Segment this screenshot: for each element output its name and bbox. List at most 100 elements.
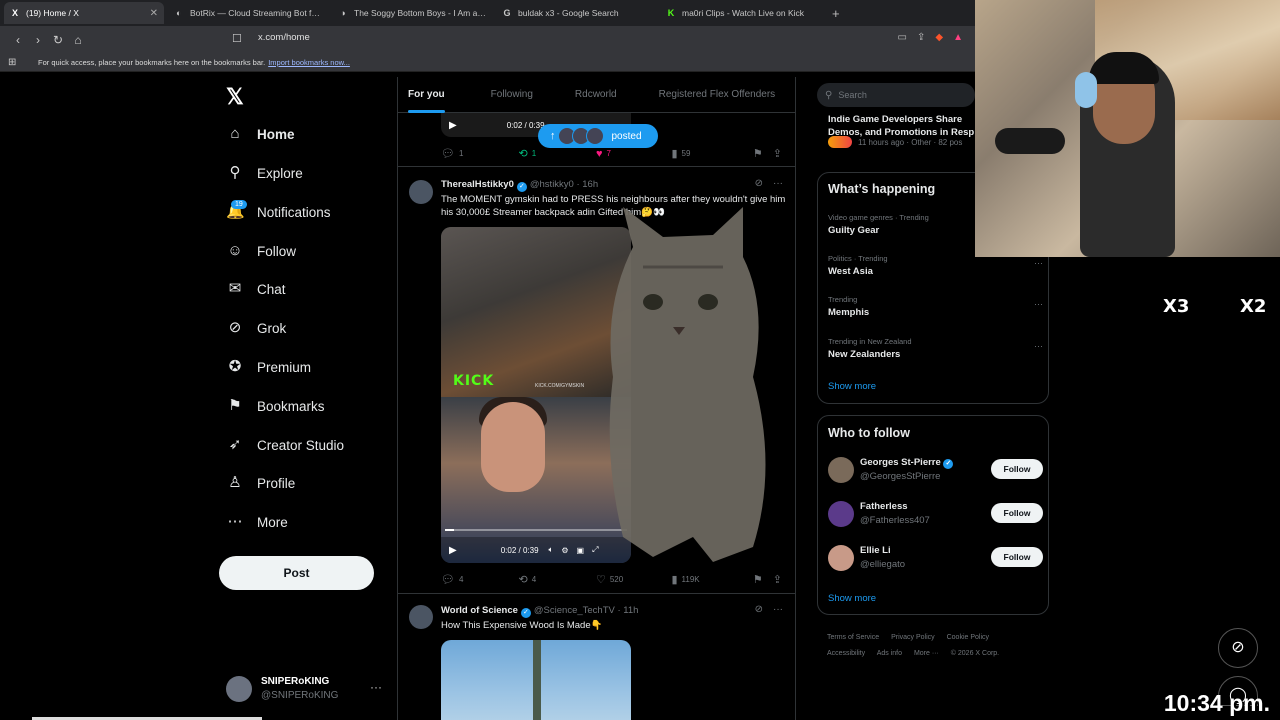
follow-button[interactable]: Follow: [991, 459, 1043, 479]
reload-icon[interactable]: ↻: [48, 33, 68, 47]
reply-button[interactable]: 💬︎ 1: [441, 147, 518, 160]
grok-icon[interactable]: ⊘: [755, 178, 763, 189]
url-field[interactable]: x.com/home: [258, 32, 310, 43]
more-dots-icon[interactable]: ···: [1034, 258, 1043, 268]
timeline[interactable]: For you Following Rdcworld Registered Fl…: [397, 77, 796, 720]
browser-tab-kick[interactable]: K ma0ri Clips - Watch Live on Kick: [660, 2, 820, 24]
play-icon[interactable]: ▶: [449, 120, 457, 131]
more-dots-icon[interactable]: ···: [370, 680, 382, 694]
browser-tab-soggy-bottom[interactable]: ◑ The Soggy Bottom Boys - I Am a Ma: [332, 2, 492, 24]
back-icon[interactable]: ‹: [8, 33, 28, 47]
post-button[interactable]: Post: [219, 556, 374, 590]
author-handle[interactable]: @Science_TechTV · 11h: [534, 605, 639, 616]
browser-tab-botrix[interactable]: ◐ BotRix — Cloud Streaming Bot for Tw: [168, 2, 328, 24]
tab-registered-flex-offenders[interactable]: Registered Flex Offenders: [649, 77, 786, 113]
shield-icon[interactable]: ◆: [935, 32, 943, 43]
pip-icon[interactable]: ▣: [577, 546, 585, 555]
settings-gear-icon[interactable]: ⚙: [561, 546, 568, 555]
verified-icon: ✓: [516, 182, 527, 192]
nav-item-premium[interactable]: ✪ Premium: [226, 358, 311, 376]
trend-title: New Zealanders: [828, 349, 901, 360]
author-name[interactable]: TherealHstikky0: [441, 179, 514, 190]
nav-item-explore[interactable]: ⚲ Explore: [226, 164, 303, 182]
tweet-video-thumbnail[interactable]: [441, 640, 631, 720]
show-more-link[interactable]: Show more: [828, 593, 876, 604]
person-add-icon: ☺: [227, 242, 243, 259]
heart-icon: ♥: [595, 147, 603, 160]
nav-item-follow[interactable]: ☺ Follow: [226, 242, 296, 260]
bookmark-button[interactable]: ⚑: [753, 573, 773, 586]
volume-icon[interactable]: 🔈︎: [549, 545, 554, 555]
nav-item-grok[interactable]: ⊘ Grok: [226, 319, 287, 337]
nav-item-chat[interactable]: ✉ Chat: [226, 280, 286, 298]
nav-item-more[interactable]: ⋯ More: [226, 513, 288, 531]
forward-icon[interactable]: ›: [28, 33, 48, 47]
follow-suggestion[interactable]: Georges St-Pierre ✓ @GeorgesStPierre Fol…: [828, 456, 1043, 488]
grok-icon[interactable]: ⊘: [755, 604, 763, 615]
tab-for-you[interactable]: For you: [398, 77, 455, 113]
footer-link[interactable]: Ads info: [877, 650, 902, 657]
tab-rdcworld[interactable]: Rdcworld: [565, 77, 627, 113]
more-dots-icon[interactable]: ···: [1034, 341, 1043, 351]
new-tab-button[interactable]: +: [832, 6, 840, 21]
footer-link[interactable]: Terms of Service: [827, 634, 879, 641]
nav-item-bookmarks[interactable]: ⚑ Bookmarks: [226, 397, 324, 415]
browser-tab-x-home[interactable]: X (19) Home / X ✕: [4, 2, 164, 24]
new-posts-pill[interactable]: ↑ posted: [538, 124, 658, 148]
views-button[interactable]: ▮ 119K: [671, 573, 752, 586]
nav-item-creator-studio[interactable]: ➶ Creator Studio: [226, 436, 344, 454]
play-icon[interactable]: ▶: [449, 545, 457, 556]
views-button[interactable]: ▮ 59: [671, 147, 752, 160]
streamer-beanie: [1089, 52, 1159, 84]
x-logo-icon[interactable]: 𝕏: [226, 84, 244, 110]
more-dots-icon[interactable]: ···: [1034, 299, 1043, 309]
browser-tab-google-search[interactable]: G buldak x3 - Google Search: [496, 2, 656, 24]
avatar[interactable]: [409, 605, 433, 629]
share-button[interactable]: ⇪: [773, 147, 786, 160]
close-tab-icon[interactable]: ✕: [150, 8, 158, 19]
trend-item[interactable]: Trending in New Zealand New Zealanders ·…: [828, 337, 1043, 360]
follow-button[interactable]: Follow: [991, 503, 1043, 523]
footer-link[interactable]: More ···: [914, 650, 939, 657]
footer-link[interactable]: Cookie Policy: [947, 634, 989, 641]
tab-following[interactable]: Following: [481, 77, 543, 113]
grok-float-icon[interactable]: ⊘: [1218, 628, 1258, 668]
footer-link[interactable]: Accessibility: [827, 650, 865, 657]
nav-item-home[interactable]: ⌂ Home: [226, 125, 294, 143]
repost-button[interactable]: ⟲ 1: [518, 147, 595, 160]
reply-button[interactable]: 💬︎ 4: [441, 573, 518, 586]
share-icon[interactable]: ⇪: [917, 32, 925, 43]
footer-link[interactable]: Privacy Policy: [891, 634, 935, 641]
trend-item[interactable]: Politics · Trending West Asia ···: [828, 254, 1043, 277]
follow-suggestion[interactable]: Ellie Li @elliegato Follow: [828, 544, 1043, 576]
reply-count: 1: [458, 149, 464, 158]
like-button[interactable]: ♥ 7: [596, 148, 672, 160]
nav-item-label: More: [257, 514, 288, 530]
follow-suggestion[interactable]: Fatherless @Fatherless407 Follow: [828, 500, 1043, 532]
author-handle[interactable]: @hstikky0 · 16h: [530, 179, 598, 190]
bookmark-star-icon[interactable]: ☐: [232, 32, 242, 45]
repost-button[interactable]: ⟲ 4: [518, 573, 595, 586]
nav-item-profile[interactable]: ♙ Profile: [226, 474, 295, 492]
avatar[interactable]: [409, 180, 433, 204]
profile-handle: @SNIPERoKING: [261, 690, 339, 701]
rewards-icon[interactable]: ▲: [953, 32, 963, 43]
cast-icon[interactable]: ▭: [898, 32, 907, 43]
bookmark-button[interactable]: ⚑: [753, 147, 773, 160]
apps-grid-icon[interactable]: ⊞: [8, 57, 22, 68]
share-button[interactable]: ⇪: [773, 573, 786, 586]
tab-label: buldak x3 - Google Search: [518, 8, 619, 18]
import-bookmarks-link[interactable]: Import bookmarks now...: [268, 58, 350, 67]
home-page-icon[interactable]: ⌂: [68, 33, 88, 47]
more-dots-icon[interactable]: ···: [773, 604, 783, 615]
like-button[interactable]: ♡ 520: [596, 573, 672, 586]
more-dots-icon[interactable]: ···: [773, 178, 783, 189]
show-more-link[interactable]: Show more: [828, 381, 876, 392]
follow-button[interactable]: Follow: [991, 547, 1043, 567]
account-switcher[interactable]: SNIPERoKING @SNIPERoKING ···: [226, 674, 386, 704]
trend-item[interactable]: Trending Memphis ···: [828, 295, 1043, 318]
author-name[interactable]: World of Science: [441, 605, 518, 616]
search-input[interactable]: ⚲ Search: [817, 83, 975, 107]
community-post-card[interactable]: Indie Game Developers Share Demos, and P…: [817, 108, 975, 158]
reply-count: 4: [458, 575, 464, 584]
